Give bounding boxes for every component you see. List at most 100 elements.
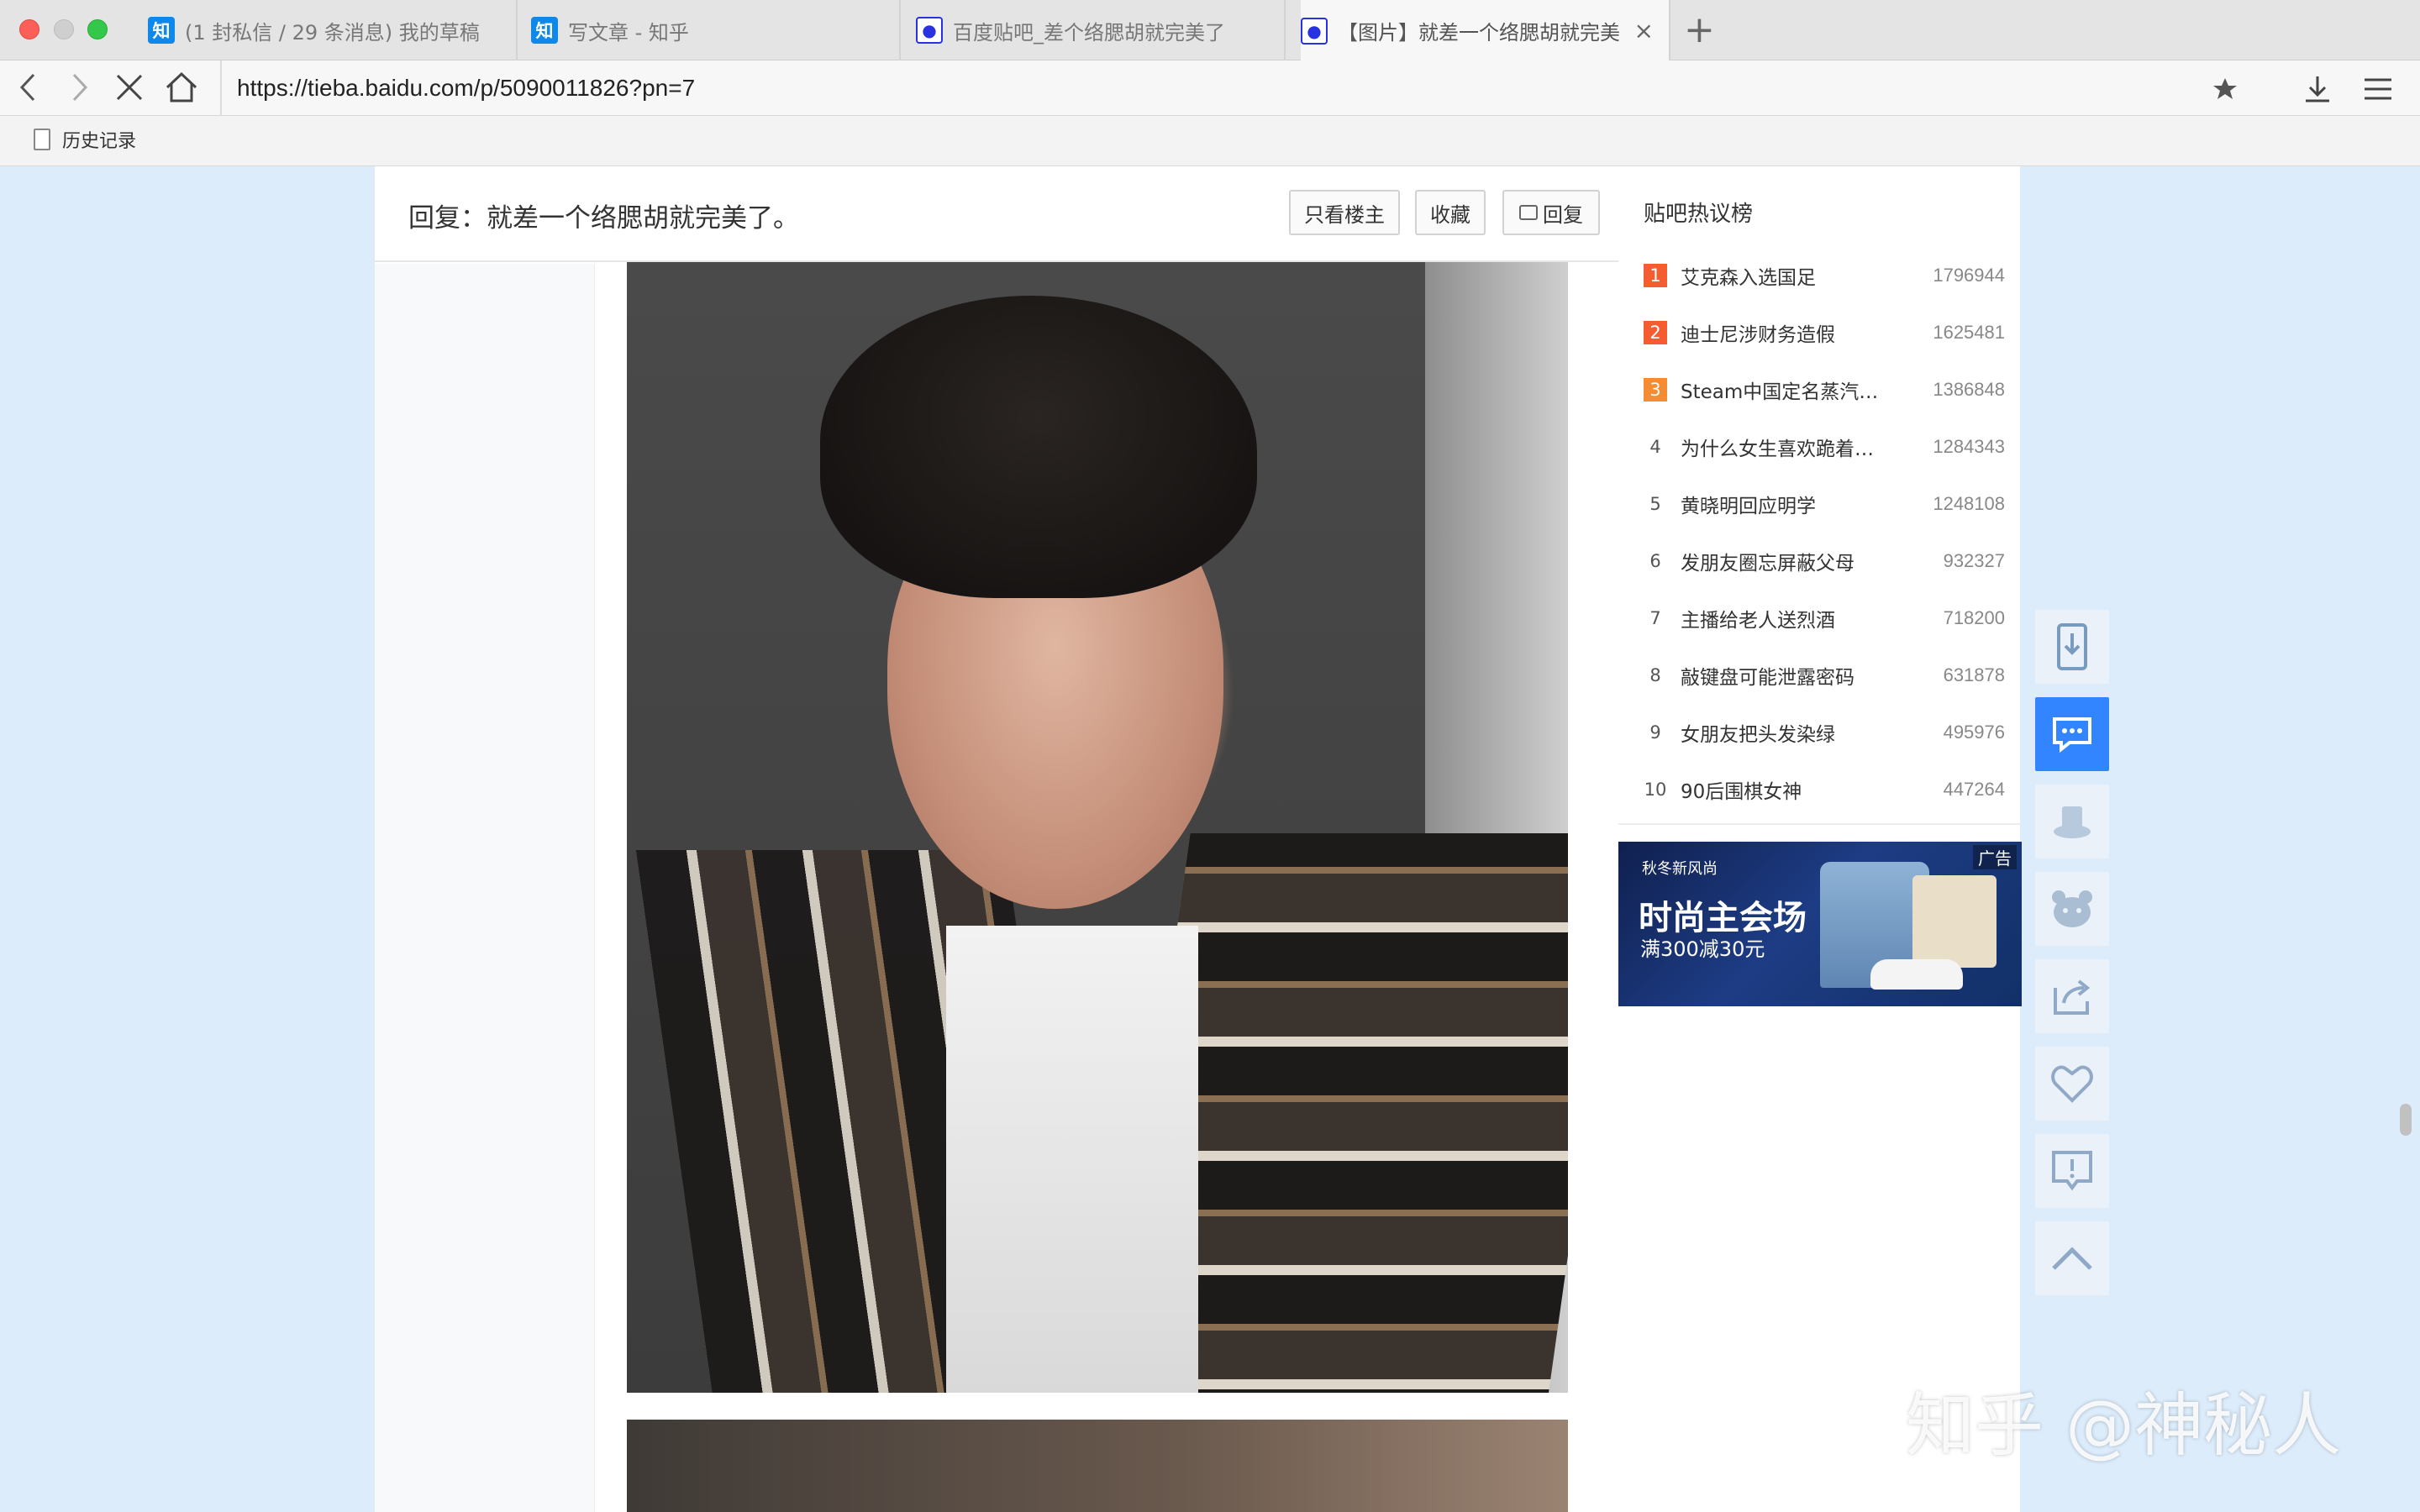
tab-title: 【图片】就差一个络腮胡就完美 — [1338, 21, 1620, 45]
bookmark-star-button[interactable] — [2207, 71, 2244, 108]
tab-title: 写文章 - 知乎 — [568, 20, 689, 45]
window-zoom-button[interactable] — [87, 19, 108, 39]
back-button[interactable] — [8, 67, 49, 108]
hot-rank: 1 — [1644, 264, 1667, 287]
hot-topic-link[interactable]: 黄晓明回应明学 — [1681, 490, 1904, 518]
address-bar: https://tieba.baidu.com/p/5090011826?pn=… — [0, 60, 2420, 116]
url-field[interactable]: https://tieba.baidu.com/p/5090011826?pn=… — [220, 60, 2153, 116]
hot-list-item[interactable]: 9 女朋友把头发染绿 495976 — [1644, 704, 2005, 761]
tieba-bear-button[interactable] — [2035, 872, 2109, 946]
page-scrollbar-thumb[interactable] — [2400, 1104, 2412, 1136]
share-button[interactable] — [2035, 959, 2109, 1033]
stop-icon — [116, 74, 143, 101]
app-download-button[interactable] — [2035, 610, 2109, 684]
hot-count: 718200 — [1943, 607, 2005, 628]
favorite-button[interactable]: 收藏 — [1415, 190, 1486, 235]
tab-close-icon[interactable]: × — [1634, 17, 1654, 45]
author-column — [375, 264, 595, 1512]
forward-icon — [72, 73, 88, 102]
magic-hat-button[interactable] — [2035, 785, 2109, 858]
hot-count: 631878 — [1943, 664, 2005, 685]
hot-list-title: 贴吧热议榜 — [1644, 202, 1754, 227]
back-to-top-button[interactable] — [2035, 1221, 2109, 1295]
only-op-button[interactable]: 只看楼主 — [1289, 190, 1400, 235]
hot-count: 932327 — [1943, 550, 2005, 571]
back-icon — [19, 73, 35, 102]
hot-count: 1284343 — [1933, 436, 2005, 457]
hot-count: 447264 — [1943, 779, 2005, 800]
hot-topic-link[interactable]: 90后围棋女神 — [1681, 775, 1904, 804]
hot-rank: 5 — [1649, 494, 1661, 514]
downloads-button[interactable] — [2299, 71, 2336, 108]
bookmark-label: 历史记录 — [62, 131, 137, 152]
report-icon — [2052, 1151, 2092, 1191]
hot-topic-link[interactable]: 艾克森入选国足 — [1681, 261, 1904, 290]
hot-list-item[interactable]: 3 Steam中国定名蒸汽… 1386848 — [1644, 361, 2005, 418]
hot-topic-link[interactable]: 敲键盘可能泄露密码 — [1681, 661, 1904, 690]
like-button[interactable] — [2035, 1047, 2109, 1121]
post-content-column: 回复：就差一个络腮胡就完美了。 只看楼主 收藏 回复 — [375, 166, 1618, 1512]
sidebar-divider — [1618, 823, 2020, 825]
hot-list-item[interactable]: 4 为什么女生喜欢跪着… 1284343 — [1644, 418, 2005, 475]
home-button[interactable] — [161, 67, 202, 108]
hot-list-item[interactable]: 6 发朋友圈忘屏蔽父母 932327 — [1644, 533, 2005, 590]
new-tab-button[interactable]: + — [1684, 12, 1715, 49]
report-button[interactable] — [2035, 1134, 2109, 1208]
bookmarks-bar: 历史记录 — [0, 116, 2420, 166]
tab-tieba-post[interactable]: ● 【图片】就差一个络腮胡就完美 × — [1301, 0, 1670, 61]
hot-rank: 9 — [1649, 722, 1661, 743]
reply-button[interactable]: 回复 — [1502, 190, 1600, 235]
ad-subtitle: 秋冬新风尚 — [1642, 860, 1718, 878]
download-icon — [2306, 76, 2329, 102]
zhihu-watermark: 知乎 @神秘人 — [1906, 1386, 2342, 1466]
bear-icon — [2052, 890, 2092, 927]
hot-topic-link[interactable]: 主播给老人送烈酒 — [1681, 604, 1904, 633]
hot-rank: 2 — [1644, 321, 1667, 344]
star-icon — [2213, 78, 2237, 99]
stop-loading-button[interactable] — [109, 67, 150, 108]
tab-title: (1 封私信 / 29 条消息) 我的草稿 — [185, 20, 480, 45]
photo-shirt — [946, 926, 1198, 1393]
post-image-selfie[interactable] — [627, 262, 1568, 1393]
tab-tieba-home[interactable]: ● 百度贴吧_差个络腮胡就完美了 — [916, 0, 1286, 60]
page-icon — [34, 129, 50, 150]
hot-topic-link[interactable]: Steam中国定名蒸汽… — [1681, 375, 1904, 404]
hot-count: 495976 — [1943, 722, 2005, 743]
hot-count: 1625481 — [1933, 322, 2005, 343]
tab-strip: 知 (1 封私信 / 29 条消息) 我的草稿 知 写文章 - 知乎 ● 百度贴… — [0, 0, 2420, 61]
window-close-button[interactable] — [19, 19, 39, 39]
ad-shoe-image — [1870, 959, 1963, 990]
window-minimize-button[interactable] — [54, 19, 74, 39]
hot-topic-link[interactable]: 迪士尼涉财务造假 — [1681, 318, 1904, 347]
hot-list-item[interactable]: 10 90后围棋女神 447264 — [1644, 761, 2005, 818]
menu-button[interactable] — [2360, 71, 2396, 108]
hot-list-item[interactable]: 8 敲键盘可能泄露密码 631878 — [1644, 647, 2005, 704]
forward-button[interactable] — [59, 67, 99, 108]
tab-zhihu-write[interactable]: 知 写文章 - 知乎 — [531, 0, 901, 60]
hot-topic-link[interactable]: 女朋友把头发染绿 — [1681, 718, 1904, 747]
hot-rank: 10 — [1644, 780, 1667, 800]
hot-list-item[interactable]: 5 黄晓明回应明学 1248108 — [1644, 475, 2005, 533]
hot-list-item[interactable]: 7 主播给老人送烈酒 718200 — [1644, 590, 2005, 647]
hot-list-item[interactable]: 1 艾克森入选国足 1796944 — [1644, 247, 2005, 304]
hamburger-menu-icon — [2365, 78, 2391, 100]
chat-icon — [2053, 717, 2091, 753]
back-to-top-icon — [2052, 1247, 2092, 1270]
ad-banner[interactable]: 秋冬新风尚 时尚主会场 满300减30元 广告 — [1618, 842, 2022, 1006]
tab-zhihu-messages[interactable]: 知 (1 封私信 / 29 条消息) 我的草稿 — [148, 0, 518, 60]
post-header: 回复：就差一个络腮胡就完美了。 只看楼主 收藏 回复 — [375, 166, 1618, 262]
hot-topic-link[interactable]: 发朋友圈忘屏蔽父母 — [1681, 547, 1904, 575]
paw-icon: ● — [1301, 17, 1328, 45]
message-button[interactable] — [2035, 697, 2109, 771]
hot-topic-link[interactable]: 为什么女生喜欢跪着… — [1681, 433, 1904, 461]
hat-icon — [2054, 806, 2091, 838]
ad-tshirt-image — [1912, 875, 1996, 968]
hot-list: 1 艾克森入选国足 1796944 2 迪士尼涉财务造假 1625481 3 S… — [1644, 247, 2005, 818]
hot-list-item[interactable]: 2 迪士尼涉财务造假 1625481 — [1644, 304, 2005, 361]
bookmark-history[interactable]: 历史记录 — [34, 126, 136, 153]
paw-icon: ● — [916, 17, 943, 44]
hot-rank: 3 — [1644, 378, 1667, 402]
post-image-second[interactable] — [627, 1420, 1568, 1512]
comment-icon — [1519, 205, 1538, 220]
zhihu-favicon-icon: 知 — [531, 17, 558, 44]
